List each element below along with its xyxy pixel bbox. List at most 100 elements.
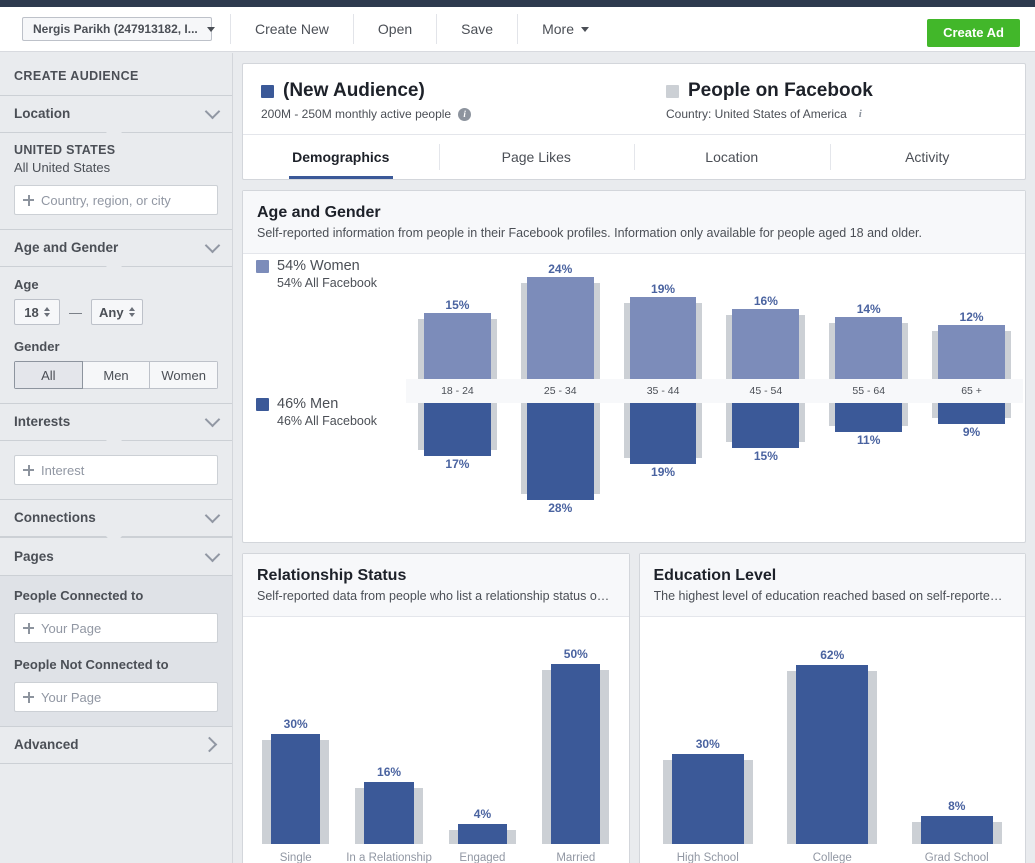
sidebar-section-connections[interactable]: Connections <box>0 499 232 536</box>
sidebar-section-age-gender-label: Age and Gender <box>14 240 119 255</box>
save-button[interactable]: Save <box>437 7 517 52</box>
create-audience-sidebar: CREATE AUDIENCE Location UNITED STATES A… <box>0 53 233 863</box>
relationship-status-card: Relationship Status Self-reported data f… <box>242 553 630 863</box>
gender-option-men[interactable]: Men <box>82 361 151 389</box>
bar[interactable]: 62% <box>787 648 878 844</box>
bar[interactable]: 16% <box>355 765 423 844</box>
location-input[interactable]: Country, region, or city <box>14 185 218 215</box>
women-bar-group: 12% <box>920 254 1023 379</box>
bar-column: 4% Engaged+0% <box>436 617 529 863</box>
account-selector[interactable]: Nergis Parikh (247913182, I... <box>22 17 215 41</box>
women-bar-fill <box>835 317 903 379</box>
age-range-row: 18 — Any <box>14 299 218 325</box>
men-bar-value: 19% <box>651 465 676 479</box>
chevron-down-icon <box>204 546 221 562</box>
age-max-stepper[interactable]: Any <box>91 299 143 325</box>
age-range-dash: — <box>69 304 82 320</box>
women-bar-group: 24% <box>509 254 612 379</box>
sidebar-title: CREATE AUDIENCE <box>14 69 139 83</box>
bar-category-label: College <box>812 852 852 863</box>
education-level-header: Education Level The highest level of edu… <box>639 554 1025 617</box>
info-icon[interactable]: i <box>854 108 867 121</box>
sidebar-section-advanced[interactable]: Advanced <box>0 726 232 764</box>
age-min-value: 18 <box>24 304 39 320</box>
bar-slot: 50% <box>529 617 622 844</box>
sidebar-section-pages-label: Pages <box>14 549 54 564</box>
women-bar-group: 19% <box>612 254 715 379</box>
bar-footer: Grad School+0% <box>895 844 1020 863</box>
women-bar[interactable] <box>726 309 806 379</box>
age-label: Age <box>14 277 39 292</box>
men-bar-value: 17% <box>445 457 470 471</box>
people-connected-input[interactable]: Your Page <box>14 613 218 643</box>
women-bar-fill <box>629 297 697 379</box>
relationship-status-header: Relationship Status Self-reported data f… <box>243 554 629 617</box>
legend-men-total: 46% Men <box>277 396 339 412</box>
age-axis-label: 18 - 24 <box>441 385 474 397</box>
women-bar-group: 14% <box>817 254 920 379</box>
women-bar[interactable] <box>418 313 497 379</box>
age-axis-label: 35 - 44 <box>646 385 680 397</box>
legend-men-benchmark: 46% All Facebook <box>277 414 378 428</box>
age-gender-title: Age and Gender <box>257 204 381 221</box>
gender-option-all[interactable]: All <box>14 361 83 389</box>
open-button[interactable]: Open <box>354 7 436 52</box>
people-not-connected-input[interactable]: Your Page <box>14 682 218 712</box>
interest-input[interactable]: Interest <box>14 455 218 485</box>
tab-demographics[interactable]: Demographics <box>243 135 439 179</box>
bar[interactable]: 50% <box>542 647 610 844</box>
women-bar-group: 15% <box>406 254 509 379</box>
create-new-button[interactable]: Create New <box>231 7 353 52</box>
education-level-title: Education Level <box>653 567 777 584</box>
chevron-down-icon <box>204 507 221 523</box>
age-axis-label: 65 + <box>961 385 982 397</box>
sidebar-section-advanced-label: Advanced <box>14 737 79 752</box>
audience-primary-swatch <box>261 84 274 98</box>
women-bar[interactable] <box>829 317 909 379</box>
chevron-down-icon <box>206 26 215 32</box>
bar-value-label: 16% <box>377 765 402 779</box>
women-bar-value: 12% <box>959 310 984 324</box>
bar-value-label: 4% <box>473 807 492 821</box>
bar[interactable]: 8% <box>911 799 1002 844</box>
bar[interactable]: 30% <box>662 737 753 844</box>
create-ad-button[interactable]: Create Ad <box>927 19 1020 47</box>
sidebar-section-age-gender[interactable]: Age and Gender <box>0 229 232 266</box>
bar-slot: 30% <box>249 617 342 844</box>
bar-slot: 62% <box>770 617 895 844</box>
more-menu-button[interactable]: More <box>518 7 613 52</box>
age-min-stepper[interactable]: 18 <box>14 299 60 325</box>
chevron-right-icon <box>201 736 218 753</box>
sidebar-section-interests[interactable]: Interests <box>0 403 232 440</box>
women-bar[interactable] <box>932 325 1011 379</box>
women-bar[interactable] <box>623 297 703 379</box>
men-bar-group: 28% <box>509 382 612 542</box>
bar-category-label: Single <box>279 852 312 863</box>
gender-label: Gender <box>14 339 60 354</box>
bar-fill <box>551 664 601 844</box>
age-gender-panel-card: Age and Gender Self-reported information… <box>242 190 1026 543</box>
legend-women-benchmark: 54% All Facebook <box>277 276 378 290</box>
info-icon[interactable]: i <box>458 107 472 121</box>
bar-footer: Married+0% <box>529 844 622 863</box>
sidebar-section-location[interactable]: Location <box>0 95 232 132</box>
age-axis: 18 - 24 25 - 34 35 - 44 45 - 54 55 - 64 65 + <box>406 379 1023 403</box>
bar-column: 30% Single+0% <box>249 617 342 863</box>
chevron-down-icon <box>581 26 589 32</box>
tab-page-likes[interactable]: Page Likes <box>438 135 635 179</box>
women-bar[interactable] <box>520 277 600 379</box>
interests-panel: Interest <box>0 441 232 499</box>
gender-option-women[interactable]: Women <box>150 361 218 389</box>
education-level-chart: 30% High School+0% 62% College+0% 8% Grad Sch… <box>640 617 1026 863</box>
women-bar-group: 16% <box>714 254 817 379</box>
plus-icon <box>23 194 34 206</box>
bar[interactable]: 30% <box>262 717 330 844</box>
tab-location[interactable]: Location <box>634 135 830 179</box>
tab-activity[interactable]: Activity <box>829 135 1026 179</box>
education-level-card: Education Level The highest level of edu… <box>638 553 1026 863</box>
audience-comparison-subtitle: Country: United States of America <box>666 107 847 121</box>
gender-segmented-control: All Men Women <box>14 361 218 389</box>
bar[interactable]: 4% <box>448 807 517 844</box>
relationship-status-chart: 30% Single+0% 16% In a Relationship+0% 4% Eng… <box>243 617 629 863</box>
age-gender-subtitle: Self-reported information from people in… <box>257 226 922 240</box>
